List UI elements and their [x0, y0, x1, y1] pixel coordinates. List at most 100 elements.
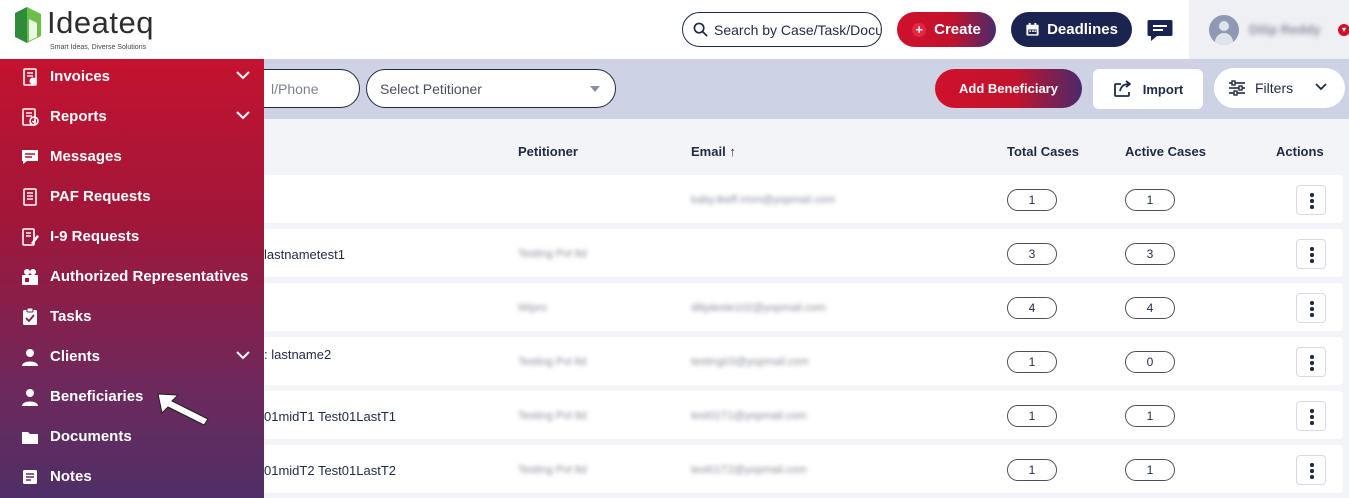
column-header-actions: Actions — [1276, 144, 1324, 159]
sidebar-item-label: Authorized Representatives — [50, 267, 249, 285]
deadlines-label: Deadlines — [1047, 21, 1118, 38]
sidebar-item-label: Beneficiaries — [50, 387, 144, 405]
petitioner-cell: Testing Pvt ltd — [518, 356, 587, 368]
email-cell: kaby.tkeff.rmm@yopmail.com — [691, 194, 836, 206]
beneficiary-name[interactable]: 01midT2 Test01LastT2 — [264, 463, 396, 478]
active-cases-badge: 4 — [1125, 297, 1175, 319]
dropdown-caret-icon — [590, 86, 600, 92]
row-actions-button[interactable] — [1296, 293, 1326, 323]
brand-tagline: Smart Ideas, Diverse Solutions — [50, 44, 147, 51]
total-cases-badge: 1 — [1007, 459, 1057, 481]
sidebar-item-beneficiaries[interactable]: Beneficiaries — [0, 376, 264, 416]
total-cases-badge: 1 — [1007, 189, 1057, 211]
user-menu[interactable]: Dilip Reddy — [1189, 0, 1349, 59]
petitioner-cell: Testing Pvt ltd — [518, 410, 587, 422]
sidebar-item-clients[interactable]: Clients — [0, 336, 264, 376]
brand-name: Ideateq — [47, 5, 154, 40]
sidebar-item-paf-requests[interactable]: PAF Requests — [0, 176, 264, 216]
sidebar-item-label: Tasks — [50, 307, 92, 325]
calendar-icon — [1026, 22, 1039, 36]
row-actions-button[interactable] — [1296, 185, 1326, 215]
ideateq-logo-icon — [15, 7, 41, 43]
row-actions-button[interactable] — [1296, 347, 1326, 377]
column-header-petitioner[interactable]: Petitioner — [518, 144, 578, 159]
email-cell: dilipteste102@yopmail.com — [691, 302, 826, 314]
petitioner-cell: Testing Pvt ltd — [518, 464, 587, 476]
sidebar-item-i-9-requests[interactable]: I-9 Requests — [0, 216, 264, 256]
authorized-representatives-icon — [22, 269, 38, 285]
search-icon — [693, 22, 708, 37]
sort-ascending-icon: ↑ — [729, 144, 736, 159]
beneficiary-name[interactable]: : lastname2 — [264, 347, 331, 362]
petitioner-select[interactable]: Select Petitioner — [366, 69, 616, 108]
beneficiary-name[interactable]: lastnametest1 — [264, 247, 345, 262]
tasks-icon — [23, 307, 37, 325]
sidebar-item-label: Messages — [50, 147, 122, 165]
sidebar-item-invoices[interactable]: Invoices — [0, 56, 264, 96]
email-cell: test01T2@yopmail.com — [691, 464, 807, 476]
active-cases-badge: 3 — [1125, 243, 1175, 265]
row-actions-button[interactable] — [1296, 239, 1326, 269]
sidebar-item-notes[interactable]: Notes — [0, 456, 264, 496]
sidebar-item-label: Documents — [50, 427, 132, 445]
import-label: Import — [1142, 81, 1184, 97]
sidebar-item-label: Clients — [50, 347, 101, 365]
messages-icon — [22, 150, 38, 164]
filter-sliders-icon — [1229, 80, 1245, 96]
row-actions-button[interactable] — [1296, 401, 1326, 431]
chevron-down-icon[interactable] — [236, 111, 250, 120]
email-header-label: Email — [691, 144, 726, 159]
notes-icon — [23, 470, 37, 484]
total-cases-badge: 3 — [1007, 243, 1057, 265]
filters-button[interactable]: Filters — [1214, 68, 1345, 108]
search-input[interactable]: Search by Case/Task/Docu — [682, 12, 882, 47]
beneficiary-name[interactable]: 01midT1 Test01LastT1 — [264, 409, 396, 424]
row-actions-button[interactable] — [1296, 455, 1326, 485]
sidebar-item-label: I-9 Requests — [50, 227, 140, 245]
avatar — [1209, 14, 1239, 45]
sidebar-item-reports[interactable]: Reports — [0, 96, 264, 136]
email-cell: testing03@yopmail.com — [691, 356, 809, 368]
beneficiaries-icon — [22, 389, 38, 406]
sidebar-item-messages[interactable]: Messages — [0, 136, 264, 176]
chat-icon[interactable] — [1146, 17, 1174, 43]
chevron-down-icon[interactable]: ▾ — [1338, 24, 1349, 36]
total-cases-badge: 1 — [1007, 405, 1057, 427]
create-button[interactable]: + Create — [897, 12, 996, 47]
petitioner-cell: Wipro — [518, 302, 547, 314]
total-cases-badge: 1 — [1007, 351, 1057, 373]
invoice-icon — [23, 68, 37, 86]
column-header-email[interactable]: Email ↑ — [691, 144, 736, 159]
petitioner-cell: Testing Pvt ltd — [518, 248, 587, 260]
sidebar-item-label: Notes — [50, 467, 92, 485]
clients-icon — [22, 349, 38, 366]
add-beneficiary-button[interactable]: Add Beneficiary — [935, 69, 1082, 108]
sidebar-item-label: Invoices — [50, 67, 111, 85]
sidebar: Ideateq Smart Ideas, Diverse Solutions I… — [0, 0, 264, 498]
i9-requests-icon — [22, 228, 39, 246]
chevron-down-icon[interactable] — [236, 71, 250, 80]
sidebar-item-documents[interactable]: Documents — [0, 416, 264, 456]
column-header-total-cases[interactable]: Total Cases — [1007, 144, 1079, 159]
total-cases-badge: 4 — [1007, 297, 1057, 319]
sidebar-item-authorized-representatives[interactable]: Authorized Representatives — [0, 256, 264, 296]
brand-logo[interactable]: Ideateq Smart Ideas, Diverse Solutions — [0, 0, 264, 59]
import-button[interactable]: Import — [1093, 69, 1203, 109]
sidebar-item-tasks[interactable]: Tasks — [0, 296, 264, 336]
email-phone-placeholder: l/Phone — [271, 80, 319, 97]
user-name: Dilip Reddy — [1249, 22, 1321, 37]
active-cases-badge: 1 — [1125, 459, 1175, 481]
import-icon — [1113, 80, 1131, 97]
active-cases-badge: 1 — [1125, 405, 1175, 427]
add-beneficiary-label: Add Beneficiary — [959, 81, 1058, 96]
active-cases-badge: 1 — [1125, 189, 1175, 211]
sidebar-item-label: PAF Requests — [50, 187, 151, 205]
plus-icon: + — [912, 22, 927, 37]
column-header-active-cases[interactable]: Active Cases — [1125, 144, 1206, 159]
deadlines-button[interactable]: Deadlines — [1011, 12, 1132, 47]
reports-icon — [22, 108, 39, 126]
chevron-down-icon[interactable] — [236, 351, 250, 360]
sidebar-item-label: Reports — [50, 107, 107, 125]
mouse-pointer-arrow-icon — [157, 393, 209, 426]
filters-label: Filters — [1255, 80, 1294, 96]
